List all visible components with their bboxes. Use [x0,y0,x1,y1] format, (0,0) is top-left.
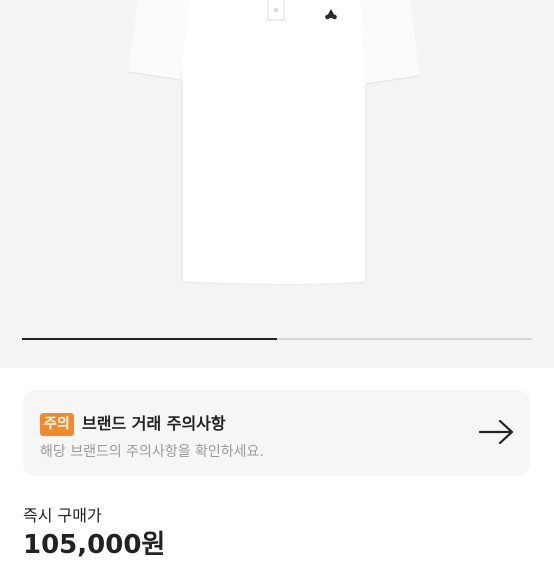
product-image [127,0,421,286]
price-value: 105,000원 [23,530,166,560]
product-image-area[interactable] [0,0,554,368]
notice-title: 브랜드 거래 주의사항 [82,414,226,433]
gallery-progress-bar [22,338,532,340]
gallery-progress-fill [22,338,277,340]
price-label: 즉시 구매가 [23,506,102,525]
arrow-right-icon[interactable] [478,420,516,444]
brand-notice-card[interactable]: 주의 브랜드 거래 주의사항 해당 브랜드의 주의사항을 확인하세요. [23,390,530,476]
notice-badge: 주의 [40,413,74,436]
notice-description: 해당 브랜드의 주의사항을 확인하세요. [40,444,264,460]
